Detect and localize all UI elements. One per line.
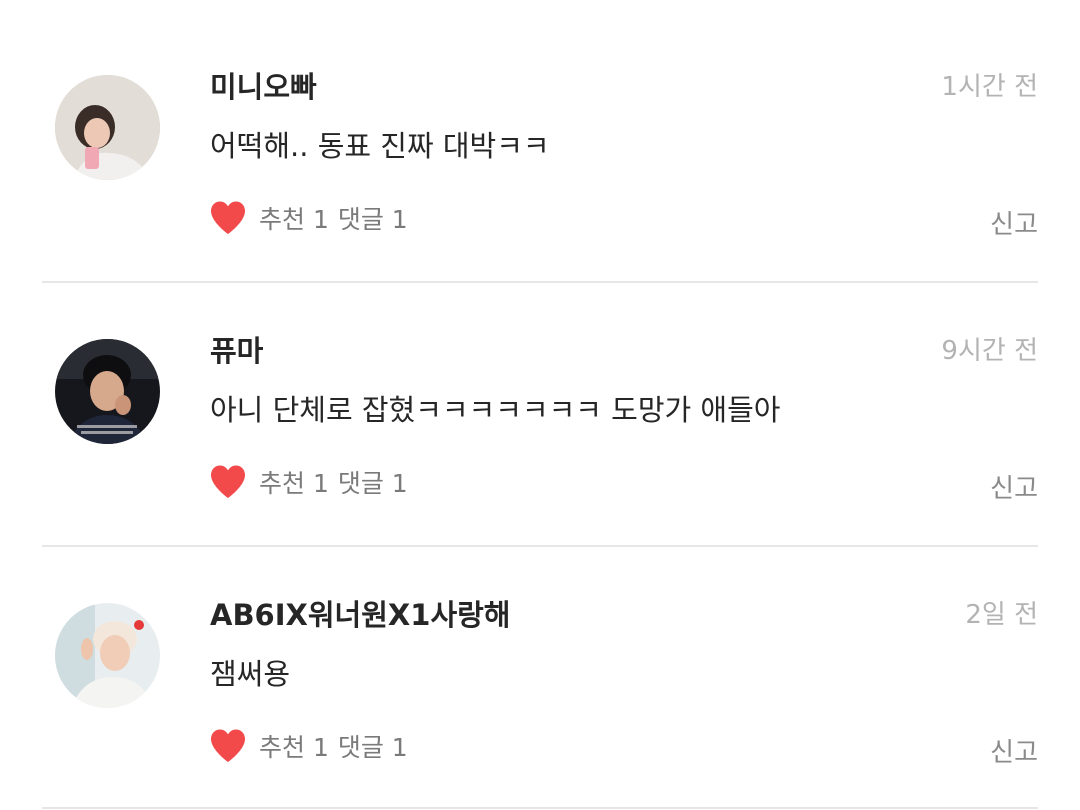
comment-item: AB6IX워너원X1사랑해 2일 전 잼써용 추천 1 댓글 1 신고 [0,528,1080,792]
report-button[interactable]: 신고 [990,204,1038,241]
comment-author[interactable]: 미니오빠 [210,64,317,106]
comment-actions: 추천 1 댓글 1 [209,198,408,238]
comment-time: 9시간 전 [941,336,1038,366]
like-count[interactable]: 추천 1 [259,728,329,764]
heart-icon[interactable] [209,200,247,236]
comment-author[interactable]: AB6IX워너원X1사랑해 [210,592,511,634]
reply-count[interactable]: 댓글 1 [338,464,408,500]
avatar[interactable] [55,603,160,708]
comment-time: 1시간 전 [941,72,1038,102]
comment-text: 아니 단체로 잡혔ㅋㅋㅋㅋㅋㅋㅋ 도망가 애들아 [210,393,781,427]
report-button[interactable]: 신고 [990,468,1038,505]
avatar-photo [55,339,160,444]
comment-actions: 추천 1 댓글 1 [209,726,408,766]
comment-actions: 추천 1 댓글 1 [209,462,408,502]
comment-author[interactable]: 퓨마 [210,328,263,370]
avatar-photo [55,603,160,708]
reply-count[interactable]: 댓글 1 [338,728,408,764]
comment-time: 2일 전 [965,600,1038,630]
divider [42,807,1038,809]
like-count[interactable]: 추천 1 [259,464,329,500]
comment-item: 미니오빠 1시간 전 어떡해.. 동표 진짜 대박ㅋㅋ 추천 1 댓글 1 신고 [0,0,1080,264]
heart-icon[interactable] [209,728,247,764]
comment-list: 미니오빠 1시간 전 어떡해.. 동표 진짜 대박ㅋㅋ 추천 1 댓글 1 신고 [0,0,1080,810]
reply-count[interactable]: 댓글 1 [338,200,408,236]
avatar[interactable] [55,339,160,444]
comment-item: 퓨마 9시간 전 아니 단체로 잡혔ㅋㅋㅋㅋㅋㅋㅋ 도망가 애들아 추천 1 댓… [0,264,1080,528]
like-count[interactable]: 추천 1 [259,200,329,236]
comment-text: 잼써용 [210,657,291,691]
comment-text: 어떡해.. 동표 진짜 대박ㅋㅋ [210,129,550,163]
heart-icon[interactable] [209,464,247,500]
avatar[interactable] [55,75,160,180]
avatar-photo [55,75,160,180]
report-button[interactable]: 신고 [990,732,1038,769]
